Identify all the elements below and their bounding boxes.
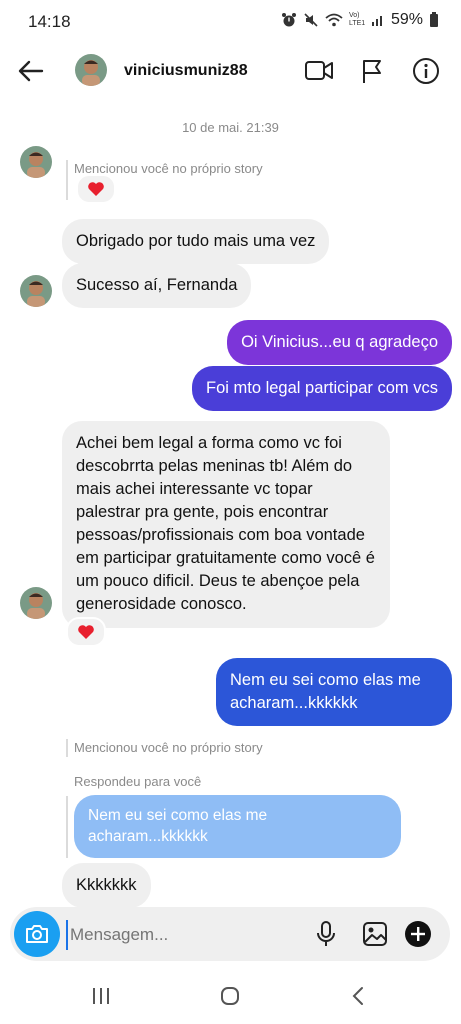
wifi-icon	[325, 13, 343, 27]
heart-icon	[88, 182, 104, 196]
message-bubble-incoming[interactable]: Obrigado por tudo mais uma vez	[62, 219, 330, 264]
signal-icon	[371, 16, 382, 26]
avatar[interactable]	[20, 275, 52, 307]
story-mention-divider	[66, 739, 68, 757]
avatar[interactable]	[75, 54, 107, 86]
status-icons: Vo) LTE1 59%	[281, 11, 439, 29]
conversation-timestamp: 10 de mai. 21:39	[182, 120, 279, 135]
story-mention-label: Mencionou você no próprio story	[74, 740, 263, 755]
message-input[interactable]	[66, 920, 302, 950]
microphone-icon[interactable]	[316, 920, 336, 948]
reply-quote-bubble[interactable]: Nem eu sei como elas me acharam...kkkkkk	[74, 795, 401, 858]
avatar[interactable]	[20, 587, 52, 619]
camera-icon	[26, 925, 48, 943]
alarm-icon	[281, 13, 296, 27]
battery-percent: 59%	[390, 11, 423, 28]
reply-quote-divider	[66, 796, 68, 858]
camera-button[interactable]	[14, 911, 60, 957]
story-mention-divider	[66, 160, 68, 200]
message-bubble-outgoing[interactable]: Nem eu sei como elas me acharam...kkkkkk	[216, 658, 452, 726]
reaction-heart[interactable]	[76, 174, 116, 204]
video-camera-icon[interactable]	[304, 58, 334, 84]
reaction-heart[interactable]	[66, 617, 106, 647]
reply-label: Respondeu para você	[74, 774, 202, 789]
battery-icon	[430, 12, 438, 27]
mute-icon	[304, 13, 318, 27]
plus-circle-icon[interactable]	[404, 920, 432, 948]
message-bubble-incoming[interactable]: Kkkkkkk	[62, 863, 151, 908]
status-time: 14:18	[28, 12, 71, 31]
system-nav-bar	[0, 968, 461, 1024]
chat-header: viniciusmuniz88	[0, 44, 461, 100]
message-bubble-incoming[interactable]: Achei bem legal a forma como vc foi desc…	[62, 421, 390, 628]
heart-icon	[78, 625, 94, 639]
message-bubble-incoming[interactable]: Sucesso aí, Fernanda	[62, 263, 252, 308]
home-icon[interactable]	[220, 986, 240, 1006]
volte-label: Vo) LTE1	[348, 12, 366, 27]
recent-apps-icon[interactable]	[91, 987, 111, 1005]
message-composer	[10, 907, 450, 961]
message-bubble-outgoing[interactable]: Oi Vinicius...eu q agradeço	[227, 320, 452, 365]
avatar[interactable]	[20, 146, 52, 178]
back-nav-icon[interactable]	[351, 986, 365, 1006]
status-bar: 14:18 Vo) LTE1 59%	[0, 0, 461, 44]
arrow-left-icon[interactable]	[18, 60, 44, 82]
flag-icon[interactable]	[360, 58, 384, 84]
image-icon[interactable]	[362, 921, 388, 947]
username[interactable]: viniciusmuniz88	[124, 62, 248, 80]
message-bubble-outgoing[interactable]: Foi mto legal participar com vcs	[192, 366, 452, 411]
info-icon[interactable]	[412, 57, 440, 85]
